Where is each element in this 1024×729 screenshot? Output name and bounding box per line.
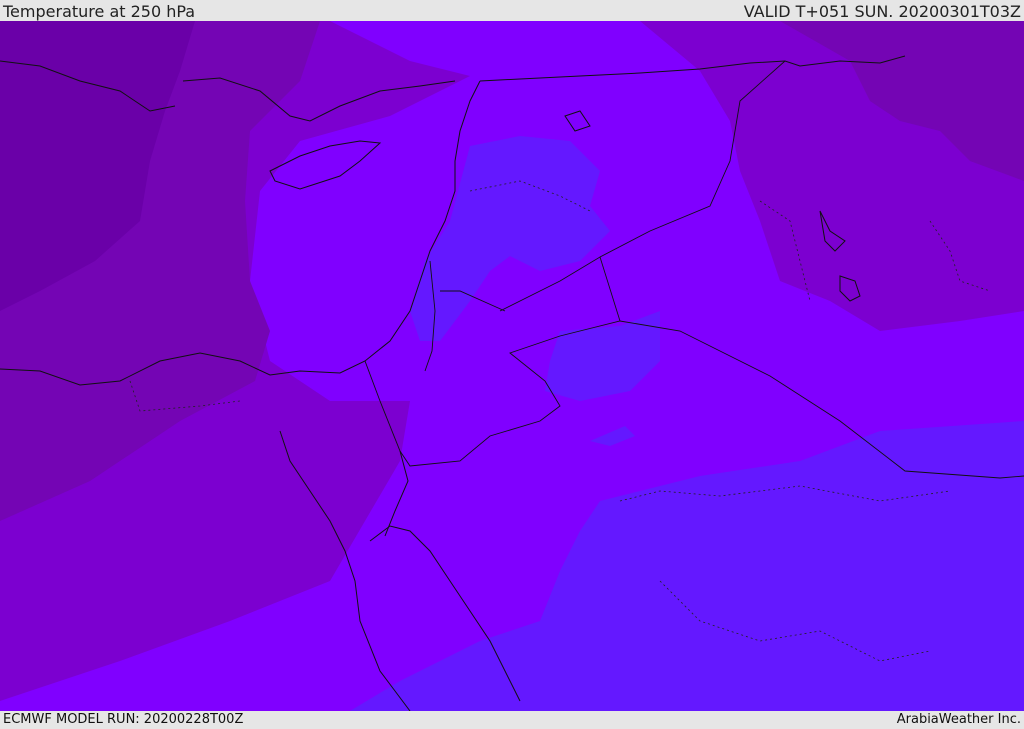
model-run-label: ECMWF MODEL RUN: 20200228T00Z xyxy=(3,712,244,727)
header-bar: Temperature at 250 hPa VALID T+051 SUN. … xyxy=(0,0,1024,21)
map-title: Temperature at 250 hPa xyxy=(3,2,196,21)
footer-bar: ECMWF MODEL RUN: 20200228T00Z ArabiaWeat… xyxy=(0,711,1024,729)
credit-label: ArabiaWeather Inc. xyxy=(896,712,1021,727)
valid-time-label: VALID T+051 SUN. 20200301T03Z xyxy=(743,2,1021,21)
weather-map[interactable] xyxy=(0,21,1024,711)
